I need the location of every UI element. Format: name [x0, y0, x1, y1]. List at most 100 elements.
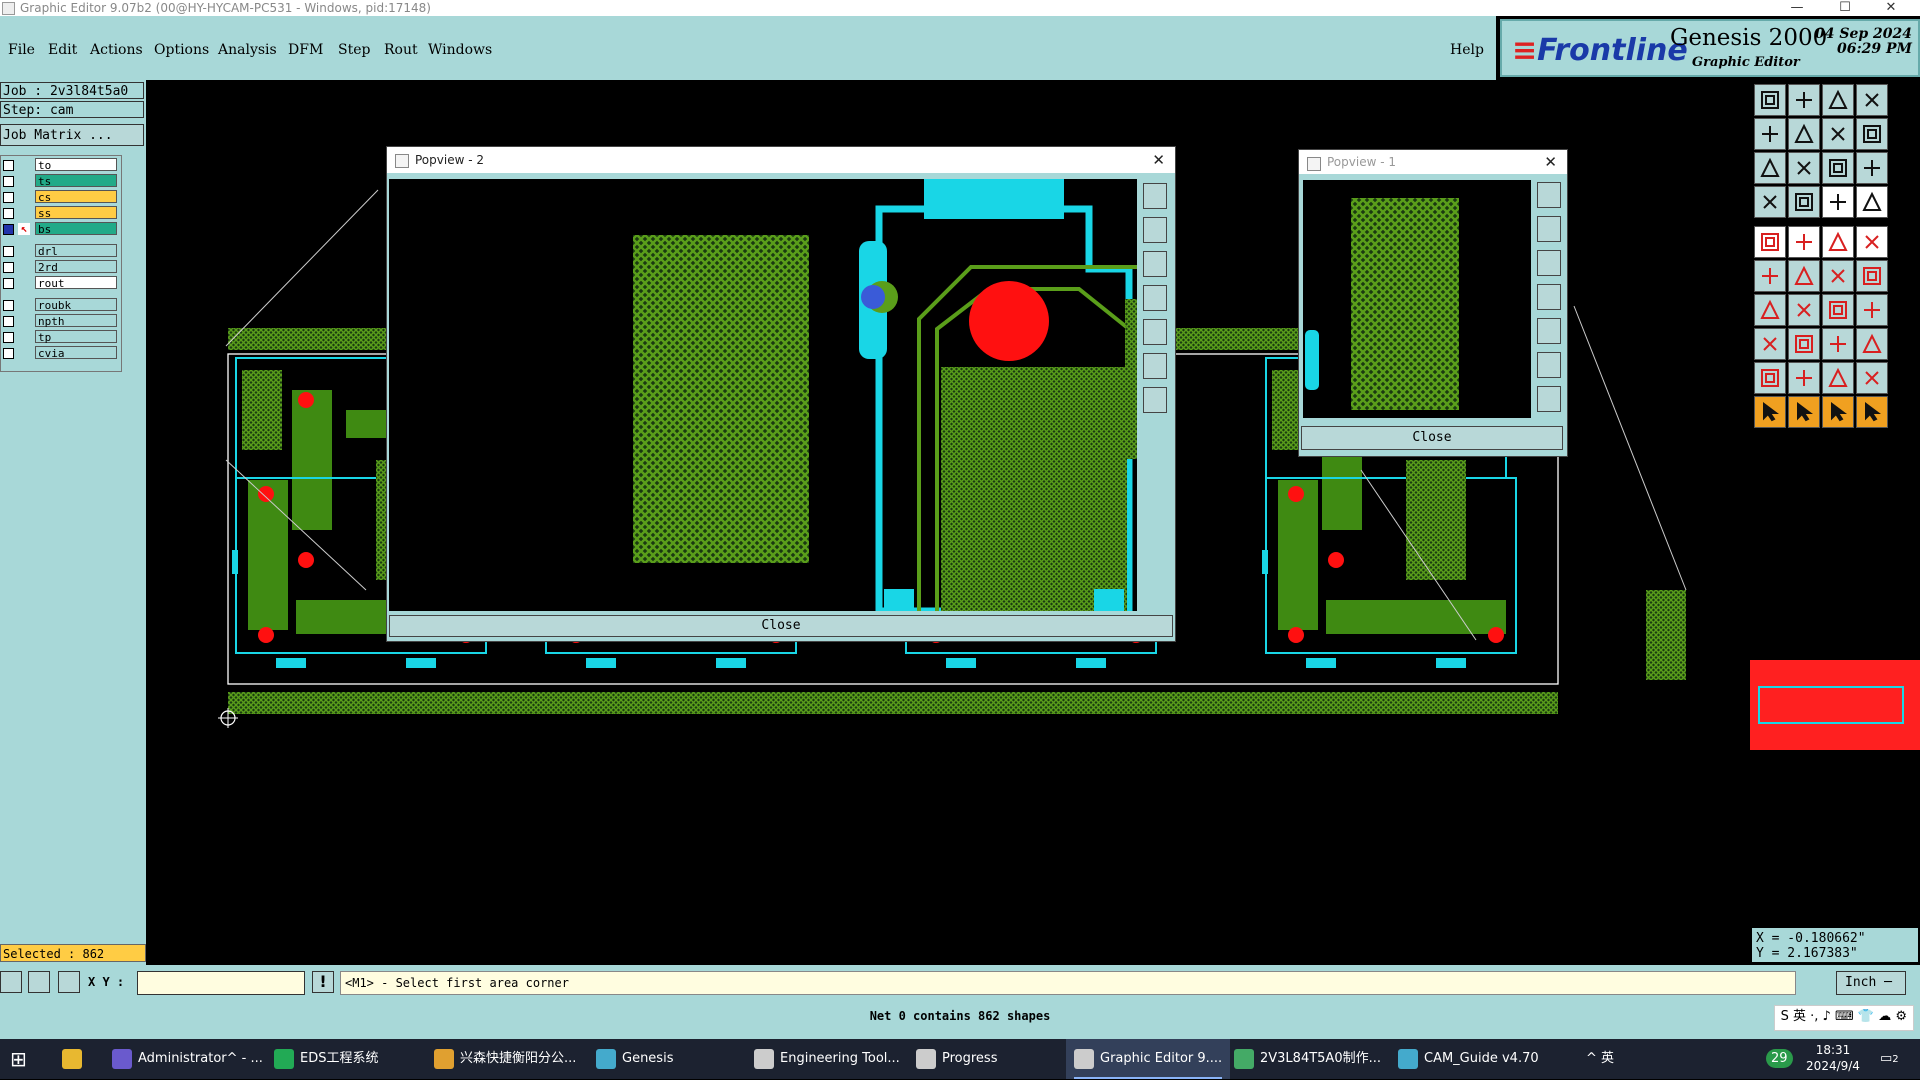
arc-icon[interactable] — [1856, 260, 1888, 292]
popview-zoom-out-icon[interactable] — [1143, 387, 1167, 413]
layer-checkbox[interactable] — [3, 332, 14, 343]
help-icon[interactable] — [1856, 152, 1888, 184]
layout-icon[interactable] — [1856, 84, 1888, 116]
cross-icon[interactable] — [1788, 260, 1820, 292]
layer-row-cvia[interactable]: cvia — [3, 346, 117, 360]
rotate-icon[interactable] — [1822, 294, 1854, 326]
pad-icon[interactable] — [1754, 226, 1786, 258]
layer-checkbox[interactable] — [3, 208, 14, 219]
layer-row-rout[interactable]: rout — [3, 276, 117, 290]
layer-checkbox[interactable] — [3, 262, 14, 273]
scale-icon[interactable] — [1822, 152, 1854, 184]
layer-row-tp[interactable]: tp — [3, 330, 117, 344]
add-segment-icon[interactable] — [1788, 328, 1820, 360]
popview-1-close-button[interactable]: Close — [1301, 426, 1563, 450]
taskbar-item[interactable]: Genesis — [588, 1039, 681, 1079]
triangle-icon[interactable] — [1754, 362, 1786, 394]
layer-checkbox[interactable] — [3, 176, 14, 187]
draw-line-icon[interactable] — [1754, 294, 1786, 326]
layer-row-to[interactable]: to — [3, 158, 117, 172]
fit-screen-icon[interactable] — [1754, 152, 1786, 184]
taskbar-item[interactable]: CAM_Guide v4.70 — [1390, 1039, 1547, 1079]
maximize-button[interactable]: ☐ — [1830, 0, 1860, 16]
menu-dfm[interactable]: DFM — [288, 42, 323, 58]
layer-row-2rd[interactable]: 2rd — [3, 260, 117, 274]
layer-checkbox[interactable] — [3, 224, 14, 235]
popview-pan-right-icon[interactable] — [1143, 319, 1167, 345]
menu-windows[interactable]: Windows — [428, 42, 492, 58]
popview-pan-up-icon[interactable] — [1537, 216, 1561, 242]
select-point-icon[interactable] — [1822, 260, 1854, 292]
popview-2-close-button[interactable]: Close — [389, 615, 1173, 637]
add-shape-icon[interactable] — [1856, 328, 1888, 360]
layer-checkbox[interactable] — [3, 192, 14, 203]
popview-2-viewport[interactable] — [389, 179, 1137, 611]
layer-row-drl[interactable]: drl — [3, 244, 117, 258]
pick-cursor-icon[interactable] — [1788, 396, 1820, 428]
layer-row-cs[interactable]: cs — [3, 190, 117, 204]
popview-1-viewport[interactable] — [1303, 180, 1531, 418]
overview-panel[interactable] — [1750, 660, 1920, 750]
move-right-icon[interactable] — [1788, 118, 1820, 150]
popview-fit-icon[interactable] — [1143, 353, 1167, 379]
notifications-icon[interactable]: ▭2 — [1880, 1039, 1899, 1079]
netlist-icon[interactable] — [1856, 186, 1888, 218]
layer-checkbox[interactable] — [3, 246, 14, 257]
taskbar-item[interactable]: Progress — [908, 1039, 1005, 1079]
dashed-line-icon[interactable] — [1822, 226, 1854, 258]
flip-icon[interactable] — [1856, 294, 1888, 326]
popview-fit-icon[interactable] — [1537, 352, 1561, 378]
open-job-icon[interactable] — [1754, 84, 1786, 116]
menu-rout[interactable]: Rout — [384, 42, 418, 58]
popview-pan-left-icon[interactable] — [1143, 285, 1167, 311]
taskbar-item[interactable]: Graphic Editor 9.... — [1066, 1039, 1231, 1079]
move-cursor-icon[interactable] — [1856, 396, 1888, 428]
menu-step[interactable]: Step — [338, 42, 370, 58]
layer-row-roubk[interactable]: roubk — [3, 298, 117, 312]
edit-cursor-icon[interactable] — [1822, 396, 1854, 428]
close-window-button[interactable]: ✕ — [1876, 0, 1906, 16]
line-icon[interactable] — [1788, 226, 1820, 258]
taskbar-item[interactable]: EDS工程系统 — [266, 1039, 386, 1079]
layer-checkbox[interactable] — [3, 160, 14, 171]
menu-actions[interactable]: Actions — [90, 42, 143, 58]
move-left-icon[interactable] — [1754, 118, 1786, 150]
popview-pan-down-icon[interactable] — [1537, 250, 1561, 276]
route-icon[interactable] — [1856, 118, 1888, 150]
triangle-outline-icon[interactable] — [1788, 362, 1820, 394]
snap-mode-icon[interactable] — [0, 971, 22, 993]
layer-checkbox[interactable] — [3, 300, 14, 311]
draw-diagonal-icon[interactable] — [1788, 294, 1820, 326]
job-matrix-button[interactable]: Job Matrix ... — [0, 124, 144, 146]
file-explorer-icon[interactable] — [62, 1039, 88, 1079]
tray-icons[interactable]: ^ 英 — [1586, 1039, 1614, 1079]
taskbar-item[interactable]: Engineering Tool... — [746, 1039, 908, 1079]
layer-row-npth[interactable]: npth — [3, 314, 117, 328]
minimize-button[interactable]: — — [1782, 0, 1812, 16]
system-clock[interactable]: 18:31 2024/9/4 — [1798, 1042, 1868, 1074]
dot-icon[interactable] — [1856, 226, 1888, 258]
home-icon[interactable] — [1822, 84, 1854, 116]
triangle-arc-icon[interactable] — [1822, 362, 1854, 394]
layer-row-bs[interactable]: ↖ bs — [3, 222, 117, 236]
xy-input[interactable] — [137, 971, 305, 995]
layer-checkbox[interactable] — [3, 348, 14, 359]
drill-map-icon[interactable] — [1822, 186, 1854, 218]
select-cursor-icon[interactable] — [1754, 396, 1786, 428]
popview-zoom-out-icon[interactable] — [1537, 386, 1561, 412]
menu-file[interactable]: File — [8, 42, 35, 58]
menu-edit[interactable]: Edit — [48, 42, 77, 58]
start-button[interactable]: ⊞ — [10, 1039, 40, 1079]
popview-2-close-icon[interactable]: ✕ — [1152, 147, 1165, 173]
grid-toggle-icon[interactable] — [1788, 186, 1820, 218]
connect-icon[interactable] — [1754, 260, 1786, 292]
popview-zoom-in-icon[interactable] — [1537, 182, 1561, 208]
add-box-icon[interactable] — [1822, 328, 1854, 360]
measure-icon[interactable] — [28, 971, 50, 993]
popview-pan-up-icon[interactable] — [1143, 217, 1167, 243]
save-icon[interactable] — [1788, 84, 1820, 116]
layer-row-ss[interactable]: ss — [3, 206, 117, 220]
grid-icon[interactable] — [58, 971, 80, 993]
menu-options[interactable]: Options — [154, 42, 209, 58]
snap-icon[interactable] — [1754, 186, 1786, 218]
